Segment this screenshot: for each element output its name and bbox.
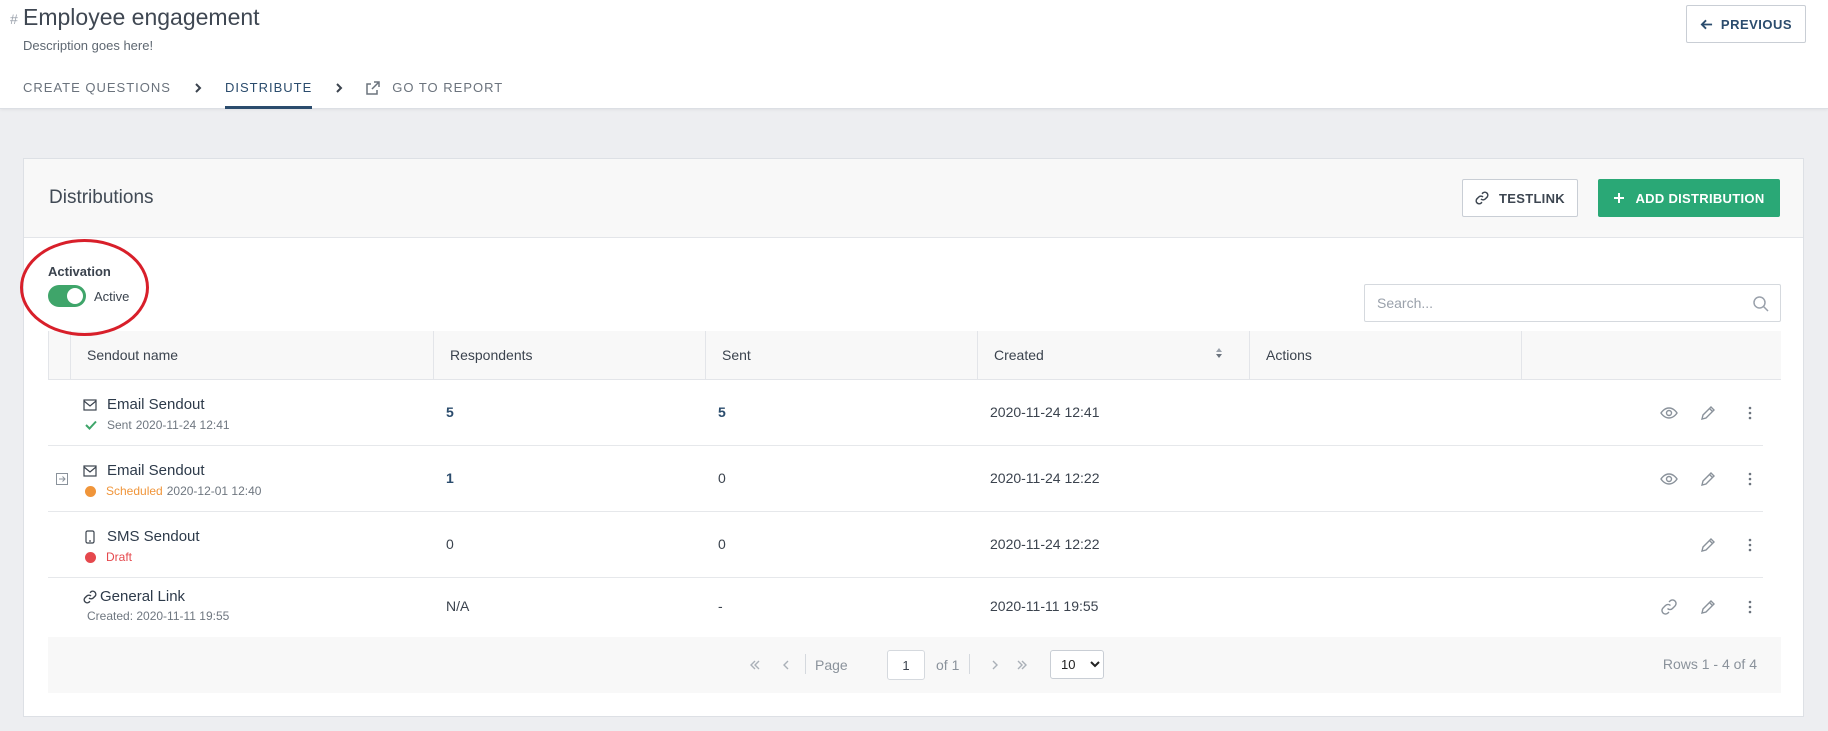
respondents-value[interactable]: 1 <box>446 470 454 486</box>
rows-per-page-select[interactable]: 10 <box>1050 650 1104 679</box>
annotation-circle <box>20 239 149 336</box>
table-row: Email Sendout Scheduled 2020-12-01 12:40… <box>48 446 1763 512</box>
card-header: Distributions TESTLINK ADD DISTRIBUTION <box>24 159 1803 238</box>
created-value: 2020-11-24 12:22 <box>990 470 1100 486</box>
step-go-to-report[interactable]: GO TO REPORT <box>366 80 503 109</box>
link-icon <box>1475 191 1489 205</box>
page-label: Page <box>815 657 848 673</box>
more-vertical-icon[interactable] <box>1739 534 1761 556</box>
envelope-icon <box>83 399 97 411</box>
more-vertical-icon[interactable] <box>1739 596 1761 618</box>
plus-icon <box>1614 193 1625 203</box>
sendout-name[interactable]: Email Sendout <box>107 462 205 479</box>
col-created[interactable]: Created <box>977 331 1249 380</box>
step-distribute[interactable]: DISTRIBUTE <box>224 80 313 109</box>
step-go-to-report-label: GO TO REPORT <box>392 80 504 95</box>
sent-value: - <box>718 598 723 614</box>
status-date: 2020-12-01 12:40 <box>166 484 262 498</box>
status-label: Draft <box>106 550 133 564</box>
add-distribution-label: ADD DISTRIBUTION <box>1635 190 1765 206</box>
sendout-name[interactable]: SMS Sendout <box>107 528 200 545</box>
page-total: of 1 <box>936 657 960 673</box>
pencil-icon[interactable] <box>1697 468 1719 490</box>
page-title: Employee engagement <box>23 4 260 30</box>
created-value: 2020-11-11 19:55 <box>990 598 1099 614</box>
draft-status-dot <box>85 551 96 563</box>
status-label: Sent <box>107 418 132 432</box>
testlink-button[interactable]: TESTLINK <box>1462 179 1578 217</box>
eye-icon[interactable] <box>1658 402 1680 424</box>
col-sendout-name[interactable]: Sendout name <box>70 331 433 380</box>
sent-value[interactable]: 5 <box>718 404 726 420</box>
chevron-right-icon <box>193 80 203 96</box>
more-vertical-icon[interactable] <box>1739 402 1761 424</box>
first-page-icon[interactable] <box>748 656 762 674</box>
page-description: Description goes here! <box>23 38 154 53</box>
search-icon[interactable] <box>1752 295 1770 313</box>
respondents-value: 0 <box>446 536 454 552</box>
table-row: General Link Created: 2020-11-11 19:55 N… <box>48 578 1763 636</box>
created-value: 2020-11-24 12:41 <box>990 404 1100 420</box>
page-header: # Employee engagement Description goes h… <box>0 0 1828 109</box>
sendout-status: Draft <box>85 550 132 564</box>
search-box <box>1364 284 1781 322</box>
sent-value: 0 <box>718 536 726 552</box>
header-spacer <box>48 331 70 380</box>
title-hash: # <box>10 11 18 27</box>
pager-divider <box>805 654 806 674</box>
next-page-icon[interactable] <box>988 656 1002 674</box>
step-nav: CREATE QUESTIONS DISTRIBUTE GO TO REPORT <box>23 80 503 109</box>
check-icon <box>85 420 97 430</box>
add-distribution-button[interactable]: ADD DISTRIBUTION <box>1598 179 1780 217</box>
col-respondents[interactable]: Respondents <box>433 331 705 380</box>
created-value: 2020-11-24 12:22 <box>990 536 1100 552</box>
respondents-value[interactable]: 5 <box>446 404 454 420</box>
col-sent[interactable]: Sent <box>705 331 977 380</box>
sent-value: 0 <box>718 470 726 486</box>
more-vertical-icon[interactable] <box>1739 468 1761 490</box>
col-actions: Actions <box>1249 331 1521 380</box>
arrow-left-icon <box>1700 19 1712 29</box>
pager-divider <box>969 654 970 674</box>
eye-icon[interactable] <box>1658 468 1680 490</box>
table-row: SMS Sendout Draft 0 0 2020-11-24 12:22 <box>48 512 1763 578</box>
card-title: Distributions <box>49 187 154 208</box>
search-input[interactable] <box>1365 285 1725 321</box>
table-footer: Page of 1 10 Rows 1 - 4 of 4 <box>48 637 1781 693</box>
sendout-name[interactable]: General Link <box>100 588 185 605</box>
status-label: Scheduled <box>106 484 163 498</box>
table-header: Sendout name Respondents Sent Created Ac… <box>48 331 1781 380</box>
respondents-value: N/A <box>446 598 470 614</box>
mobile-icon <box>85 530 95 544</box>
distributions-card: Distributions TESTLINK ADD DISTRIBUTION … <box>23 158 1804 717</box>
col-created-label: Created <box>994 347 1044 363</box>
sendout-status: Scheduled 2020-12-01 12:40 <box>85 484 261 498</box>
pencil-icon[interactable] <box>1697 534 1719 556</box>
header-filler <box>1521 331 1781 380</box>
expand-icon[interactable] <box>56 473 68 485</box>
pencil-icon[interactable] <box>1697 402 1719 424</box>
last-page-icon[interactable] <box>1015 656 1029 674</box>
scheduled-status-dot <box>85 485 96 497</box>
prev-page-icon[interactable] <box>779 656 793 674</box>
page-number-input[interactable] <box>887 650 925 680</box>
previous-button[interactable]: PREVIOUS <box>1686 5 1806 43</box>
envelope-icon <box>83 465 97 477</box>
previous-label: PREVIOUS <box>1720 16 1793 32</box>
table-row: Email Sendout Sent 2020-11-24 12:41 5 5 … <box>48 380 1763 446</box>
chevron-right-icon <box>334 80 344 96</box>
sendout-status: Sent 2020-11-24 12:41 <box>85 418 230 432</box>
sendout-name[interactable]: Email Sendout <box>107 396 205 413</box>
testlink-label: TESTLINK <box>1499 190 1565 206</box>
rows-info: Rows 1 - 4 of 4 <box>1662 656 1757 672</box>
pencil-icon[interactable] <box>1697 596 1719 618</box>
step-create-questions[interactable]: CREATE QUESTIONS <box>23 80 171 109</box>
sort-icon[interactable] <box>1215 347 1223 359</box>
link-icon[interactable] <box>1658 596 1680 618</box>
status-date: 2020-11-24 12:41 <box>135 418 230 432</box>
link-icon <box>83 590 97 604</box>
sendout-status: Created: 2020-11-11 19:55 <box>87 609 230 623</box>
external-link-icon <box>366 81 380 95</box>
